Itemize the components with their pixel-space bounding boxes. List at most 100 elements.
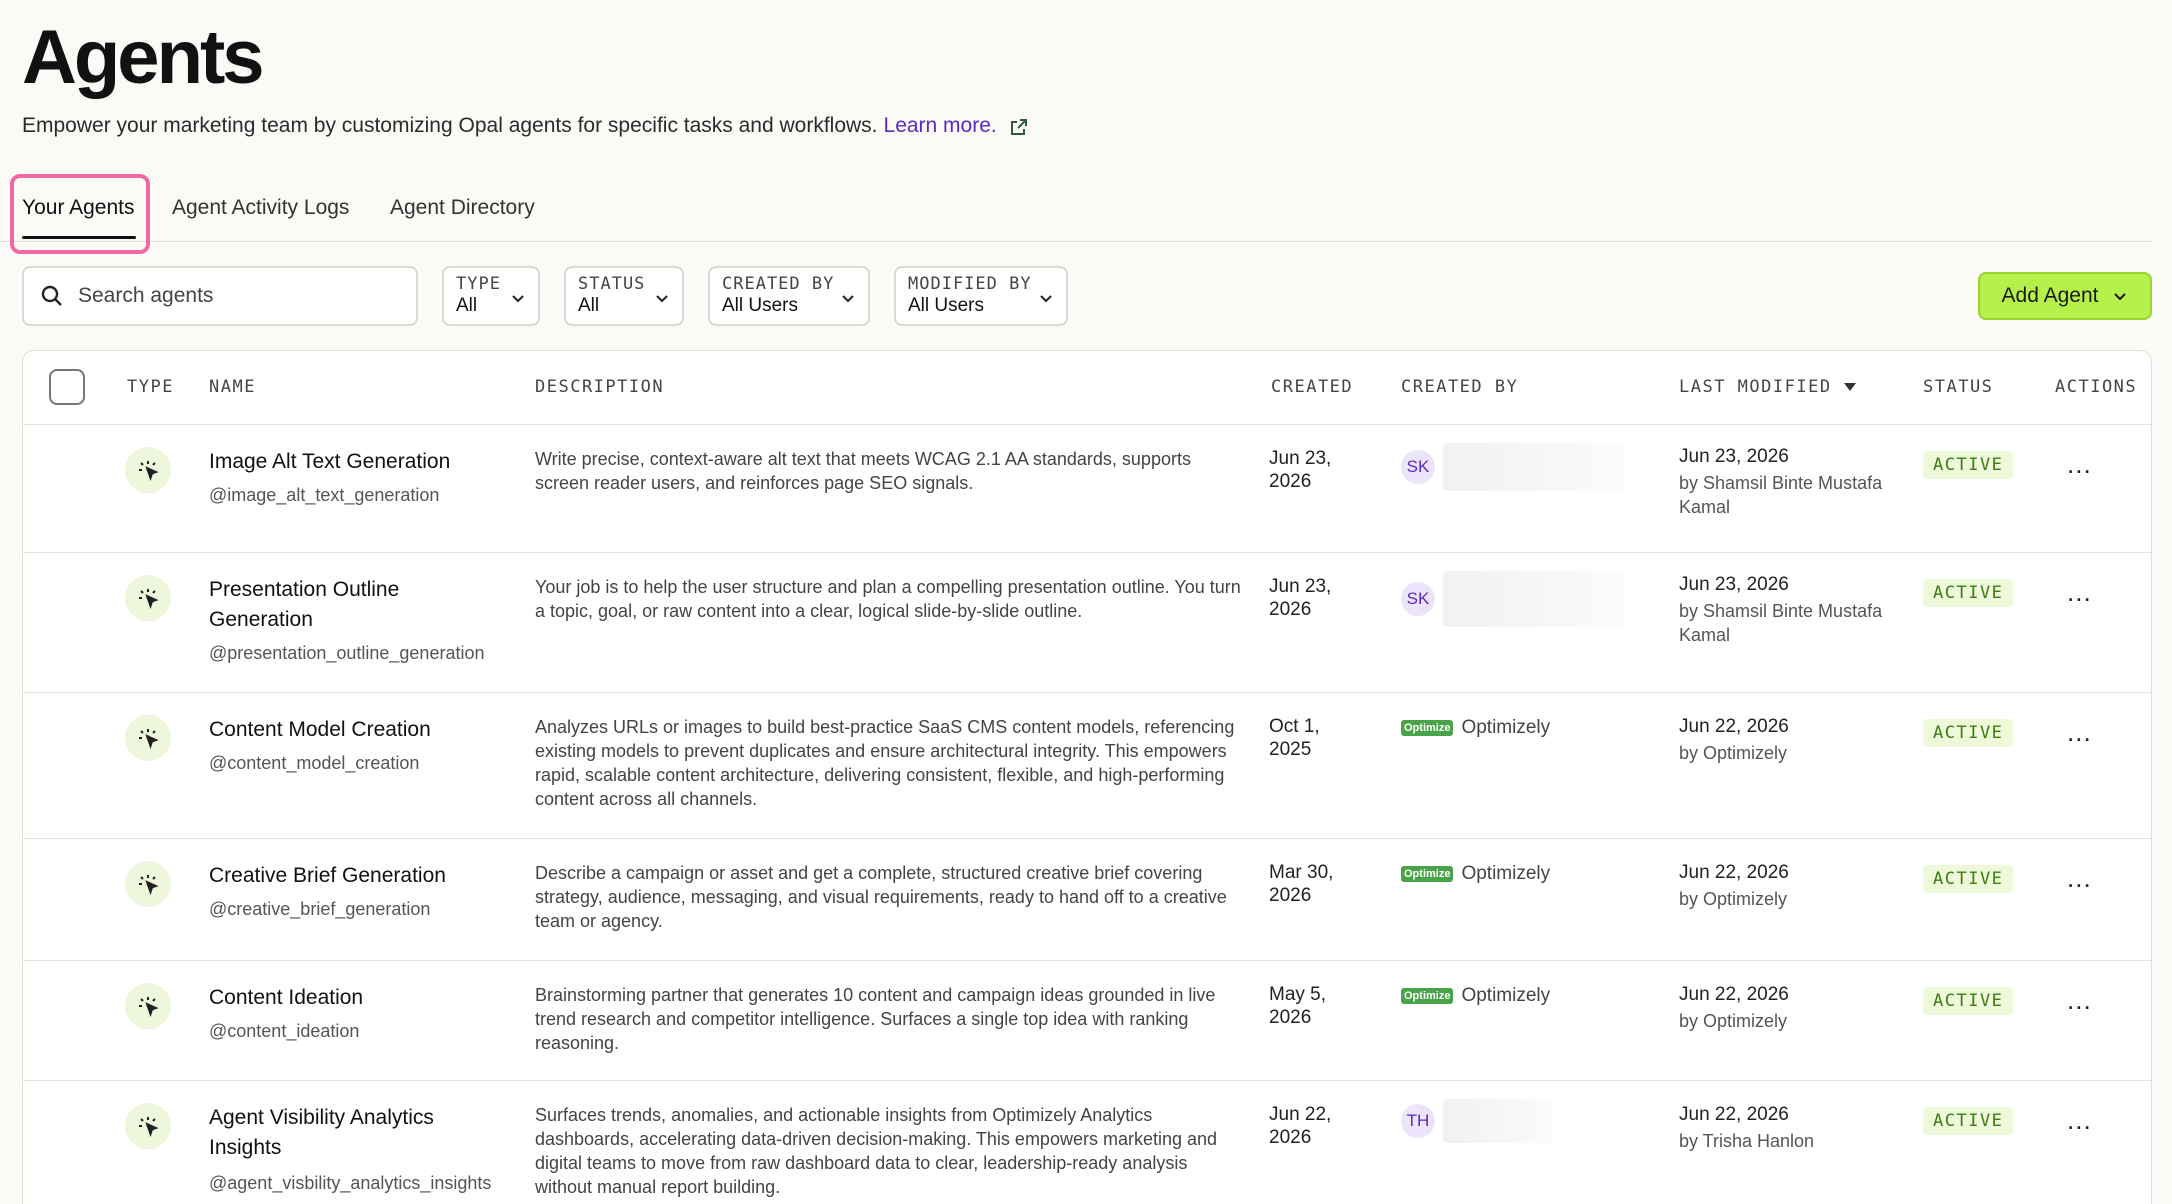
learn-more-link[interactable]: Learn more.	[884, 114, 997, 138]
creator-name: Optimizely	[1461, 717, 1551, 738]
select-all-checkbox[interactable]	[49, 369, 85, 405]
agent-description: Your job is to help the user structure a…	[535, 577, 1241, 621]
chevron-down-icon	[512, 295, 524, 303]
agent-name[interactable]: Content Model Creation	[209, 715, 499, 745]
last-modified: Jun 23, 2026 by Shamsil Binte Mustafa Ka…	[1679, 573, 1899, 647]
agent-name[interactable]: Presentation Outline Generation	[209, 575, 499, 635]
modified-date: Jun 22, 2026	[1679, 862, 1789, 883]
add-agent-button[interactable]: Add Agent	[1978, 272, 2152, 320]
column-header-description: DESCRIPTION	[535, 377, 665, 397]
status-badge: ACTIVE	[1923, 987, 2014, 1015]
filter-type[interactable]: TYPE All	[442, 266, 540, 326]
redacted-name	[1443, 1099, 1553, 1143]
agent-handle: @content_model_creation	[209, 753, 420, 773]
filter-modified-by-value: All Users	[908, 295, 985, 316]
created-by: Optimize Optimizely	[1401, 985, 1550, 1007]
more-actions-button[interactable]: ...	[2067, 863, 2092, 894]
filter-modified-by[interactable]: MODIFIED BY All Users	[894, 266, 1068, 326]
column-header-created[interactable]: CREATED	[1271, 377, 1353, 397]
add-agent-label: Add Agent	[2001, 284, 2099, 307]
tab-agent-directory[interactable]: Agent Directory	[390, 196, 535, 220]
agent-handle: @presentation_outline_generation	[209, 643, 485, 663]
sparkle-cursor-icon	[125, 861, 171, 907]
created-date: Mar 30, 2026	[1269, 862, 1334, 906]
filter-status[interactable]: STATUS All	[564, 266, 684, 326]
modified-by: by Optimizely	[1679, 743, 1788, 763]
more-actions-button[interactable]: ...	[2067, 1105, 2092, 1136]
table-row[interactable]: Presentation Outline Generation @present…	[23, 553, 2151, 693]
created-date: May 5, 2026	[1269, 984, 1327, 1028]
modified-by: by Trisha Hanlon	[1679, 1131, 1815, 1151]
table-row[interactable]: Content Ideation @content_ideation Brain…	[23, 961, 2151, 1081]
filter-modified-by-label: MODIFIED BY	[908, 274, 1032, 294]
tab-agent-activity-logs[interactable]: Agent Activity Logs	[172, 196, 349, 220]
column-header-actions: ACTIONS	[2055, 377, 2138, 397]
modified-date: Jun 22, 2026	[1679, 1104, 1789, 1125]
status-badge: ACTIVE	[1923, 579, 2014, 607]
search-input[interactable]	[78, 284, 378, 308]
agents-table: TYPE NAME DESCRIPTION CREATED CREATED BY…	[22, 350, 2152, 1204]
column-header-type[interactable]: TYPE	[127, 377, 174, 397]
created-date: Jun 23, 2026	[1269, 448, 1332, 492]
agent-description: Surfaces trends, anomalies, and actionab…	[535, 1105, 1218, 1197]
column-header-last-modified[interactable]: LAST MODIFIED	[1679, 377, 1856, 397]
tab-bar: Your Agents Agent Activity Logs Agent Di…	[0, 176, 2152, 242]
avatar: SK	[1401, 450, 1435, 484]
redacted-name	[1443, 443, 1623, 491]
agent-description: Describe a campaign or asset and get a c…	[535, 863, 1227, 931]
agent-name[interactable]: Agent Visibility Analytics Insights	[209, 1103, 499, 1163]
table-row[interactable]: Image Alt Text Generation @image_alt_tex…	[23, 425, 2151, 553]
more-actions-button[interactable]: ...	[2067, 985, 2092, 1016]
sparkle-cursor-icon	[125, 447, 171, 493]
modified-by: by Optimizely	[1679, 1011, 1788, 1031]
last-modified: Jun 22, 2026 by Optimizely	[1679, 715, 1899, 765]
table-row[interactable]: Agent Visibility Analytics Insights @age…	[23, 1081, 2151, 1204]
active-tab-indicator	[22, 236, 136, 239]
modified-by: by Shamsil Binte Mustafa Kamal	[1679, 601, 1883, 645]
agent-name[interactable]: Image Alt Text Generation	[209, 447, 499, 477]
modified-date: Jun 23, 2026	[1679, 574, 1789, 595]
last-modified: Jun 22, 2026 by Trisha Hanlon	[1679, 1103, 1899, 1153]
filter-created-by[interactable]: CREATED BY All Users	[708, 266, 870, 326]
column-header-status[interactable]: STATUS	[1923, 377, 1993, 397]
search-icon	[41, 285, 62, 306]
last-modified: Jun 22, 2026 by Optimizely	[1679, 861, 1899, 911]
table-row[interactable]: Content Model Creation @content_model_cr…	[23, 693, 2151, 839]
agent-handle: @content_ideation	[209, 1021, 360, 1041]
avatar: SK	[1401, 582, 1435, 616]
status-badge: ACTIVE	[1923, 1107, 2014, 1135]
optimizely-logo: Optimize	[1401, 866, 1454, 882]
modified-by: by Shamsil Binte Mustafa Kamal	[1679, 473, 1883, 517]
chevron-down-icon	[656, 295, 668, 303]
chevron-down-icon	[842, 295, 854, 303]
agent-handle: @creative_brief_generation	[209, 899, 431, 919]
sparkle-cursor-icon	[125, 715, 171, 761]
modified-by: by Optimizely	[1679, 889, 1788, 909]
column-header-name[interactable]: NAME	[209, 377, 256, 397]
filter-created-by-label: CREATED BY	[722, 274, 835, 294]
sparkle-cursor-icon	[125, 575, 171, 621]
optimizely-logo: Optimize	[1401, 720, 1454, 736]
external-link-icon[interactable]	[1009, 117, 1029, 137]
table-row[interactable]: Creative Brief Generation @creative_brie…	[23, 839, 2151, 961]
filter-created-by-value: All Users	[722, 295, 799, 316]
created-by: SK	[1401, 443, 1623, 491]
sparkle-cursor-icon	[125, 1103, 171, 1149]
created-by: Optimize Optimizely	[1401, 863, 1550, 885]
created-by: SK	[1401, 571, 1623, 627]
more-actions-button[interactable]: ...	[2067, 717, 2092, 748]
created-date: Jun 23, 2026	[1269, 576, 1332, 620]
search-box[interactable]	[22, 266, 418, 326]
column-header-created-by[interactable]: CREATED BY	[1401, 377, 1518, 397]
redacted-name	[1443, 571, 1623, 627]
creator-name: Optimizely	[1461, 985, 1551, 1006]
last-modified: Jun 23, 2026 by Shamsil Binte Mustafa Ka…	[1679, 445, 1899, 519]
agent-description: Write precise, context-aware alt text th…	[535, 449, 1191, 493]
agent-name[interactable]: Content Ideation	[209, 983, 499, 1013]
last-modified-label: LAST MODIFIED	[1679, 377, 1832, 397]
agent-name[interactable]: Creative Brief Generation	[209, 861, 499, 891]
status-badge: ACTIVE	[1923, 719, 2014, 747]
sparkle-cursor-icon	[125, 983, 171, 1029]
more-actions-button[interactable]: ...	[2067, 577, 2092, 608]
more-actions-button[interactable]: ...	[2067, 449, 2092, 480]
